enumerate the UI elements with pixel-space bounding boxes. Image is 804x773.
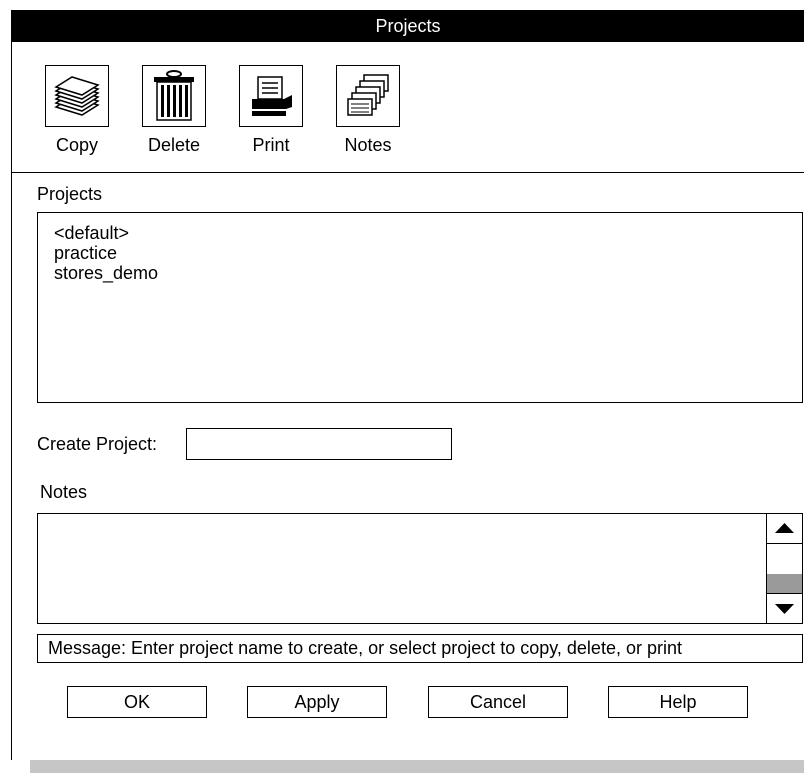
arrow-up-icon xyxy=(775,523,794,533)
scroll-down-button[interactable] xyxy=(767,593,802,623)
help-button[interactable]: Help xyxy=(608,686,748,718)
notes-label: Notes xyxy=(344,135,392,155)
notes-textarea[interactable] xyxy=(37,513,803,624)
copy-icon xyxy=(45,65,109,127)
list-item[interactable]: <default> xyxy=(54,223,786,243)
scroll-thumb[interactable] xyxy=(767,574,802,593)
create-project-label: Create Project: xyxy=(37,434,158,454)
notes-section-label: Notes xyxy=(40,482,88,502)
list-item[interactable]: practice xyxy=(54,243,786,263)
cancel-button[interactable]: Cancel xyxy=(428,686,568,718)
status-message: Message: Enter project name to create, o… xyxy=(37,634,803,663)
projects-dialog: Projects Copy Delete Print Notes Project… xyxy=(11,10,804,760)
delete-button[interactable]: Delete xyxy=(129,65,219,156)
projects-list[interactable]: <default> practice stores_demo xyxy=(37,212,803,403)
notes-scrollbar[interactable] xyxy=(766,514,802,623)
window-title: Projects xyxy=(375,16,441,36)
projects-label: Projects xyxy=(37,184,103,204)
print-label: Print xyxy=(252,135,290,155)
create-project-input[interactable] xyxy=(186,428,452,460)
notes-button[interactable]: Notes xyxy=(323,65,413,156)
title-bar: Projects xyxy=(12,10,804,42)
printer-icon xyxy=(239,65,303,127)
delete-label: Delete xyxy=(147,135,201,155)
window-shadow xyxy=(30,759,804,773)
copy-label: Copy xyxy=(55,135,99,155)
print-button[interactable]: Print xyxy=(226,65,316,156)
trash-can-icon xyxy=(142,65,206,127)
apply-button[interactable]: Apply xyxy=(247,686,387,718)
scroll-up-button[interactable] xyxy=(767,514,802,544)
list-item[interactable]: stores_demo xyxy=(54,263,786,283)
copy-button[interactable]: Copy xyxy=(32,65,122,156)
notes-cards-icon xyxy=(336,65,400,127)
toolbar-divider xyxy=(12,172,804,173)
ok-button[interactable]: OK xyxy=(67,686,207,718)
arrow-down-icon xyxy=(775,604,794,614)
